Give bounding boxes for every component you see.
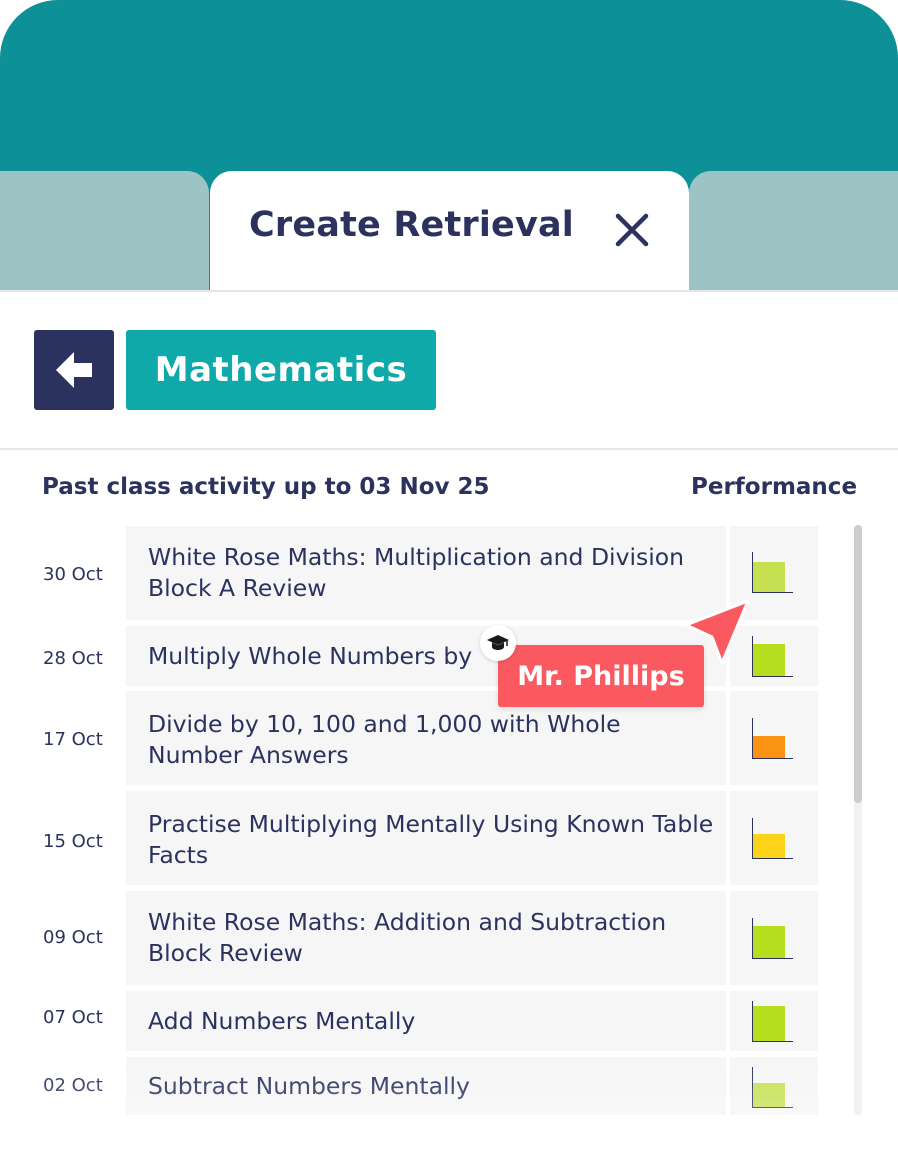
section-heading: Past class activity up to 03 Nov 25 <box>42 474 490 500</box>
activity-title: Practise Multiplying Mentally Using Know… <box>148 810 714 869</box>
performance-chart <box>752 1001 793 1042</box>
performance-bar <box>753 1083 785 1107</box>
scrollbar-thumb[interactable] <box>854 525 862 803</box>
subject-button[interactable]: Mathematics <box>126 330 436 410</box>
performance-cell <box>730 691 818 785</box>
performance-bar <box>753 562 785 592</box>
activity-row: 15 Oct Practise Multiplying Mentally Usi… <box>0 791 820 885</box>
tab-inactive-right[interactable] <box>689 171 898 290</box>
graduation-cap-icon <box>480 625 516 661</box>
tab-inactive-left[interactable] <box>0 171 209 290</box>
performance-bar <box>753 834 785 858</box>
activity-date: 17 Oct <box>43 729 103 750</box>
activity-title: White Rose Maths: Addition and Subtracti… <box>148 908 667 967</box>
activity-card[interactable]: Practise Multiplying Mentally Using Know… <box>126 791 726 885</box>
activity-title: Add Numbers Mentally <box>148 1007 416 1035</box>
performance-heading: Performance <box>691 474 858 500</box>
performance-chart <box>752 636 793 677</box>
performance-cell <box>730 991 818 1051</box>
performance-bar <box>753 736 785 758</box>
performance-chart <box>752 552 793 593</box>
performance-cell <box>730 891 818 985</box>
arrow-left-icon <box>56 352 92 388</box>
activity-date: 07 Oct <box>43 1007 103 1028</box>
activity-date: 28 Oct <box>43 648 103 669</box>
performance-bar <box>753 1005 785 1041</box>
activity-card[interactable]: Subtract Numbers Mentally <box>126 1057 726 1115</box>
activity-date: 15 Oct <box>43 831 103 852</box>
activity-card[interactable]: Add Numbers Mentally <box>126 991 726 1051</box>
divider <box>0 448 898 450</box>
performance-bar <box>753 926 785 958</box>
back-button[interactable] <box>34 330 114 410</box>
cursor-name-label: Mr. Phillips <box>498 645 704 707</box>
activity-date: 09 Oct <box>43 927 103 948</box>
performance-bar <box>753 644 785 676</box>
performance-cell <box>730 791 818 885</box>
activity-title: Divide by 10, 100 and 1,000 with Whole N… <box>148 710 621 769</box>
activity-title: White Rose Maths: Multiplication and Div… <box>148 543 685 602</box>
activity-title: Subtract Numbers Mentally <box>148 1072 470 1100</box>
performance-chart <box>752 718 793 759</box>
activity-card[interactable]: White Rose Maths: Multiplication and Div… <box>126 526 726 620</box>
performance-chart <box>752 1067 793 1108</box>
tab-title: Create Retrieval <box>249 205 575 245</box>
activity-card[interactable]: White Rose Maths: Addition and Subtracti… <box>126 891 726 985</box>
close-icon[interactable] <box>608 206 656 254</box>
activity-row: 02 Oct Subtract Numbers Mentally <box>0 1057 820 1115</box>
performance-chart <box>752 918 793 959</box>
performance-chart <box>752 818 793 859</box>
activity-row: 09 Oct White Rose Maths: Addition and Su… <box>0 891 820 985</box>
performance-cell <box>730 1057 818 1115</box>
activity-row: 07 Oct Add Numbers Mentally <box>0 991 820 1051</box>
activity-date: 02 Oct <box>43 1075 103 1096</box>
activity-date: 30 Oct <box>43 564 103 585</box>
